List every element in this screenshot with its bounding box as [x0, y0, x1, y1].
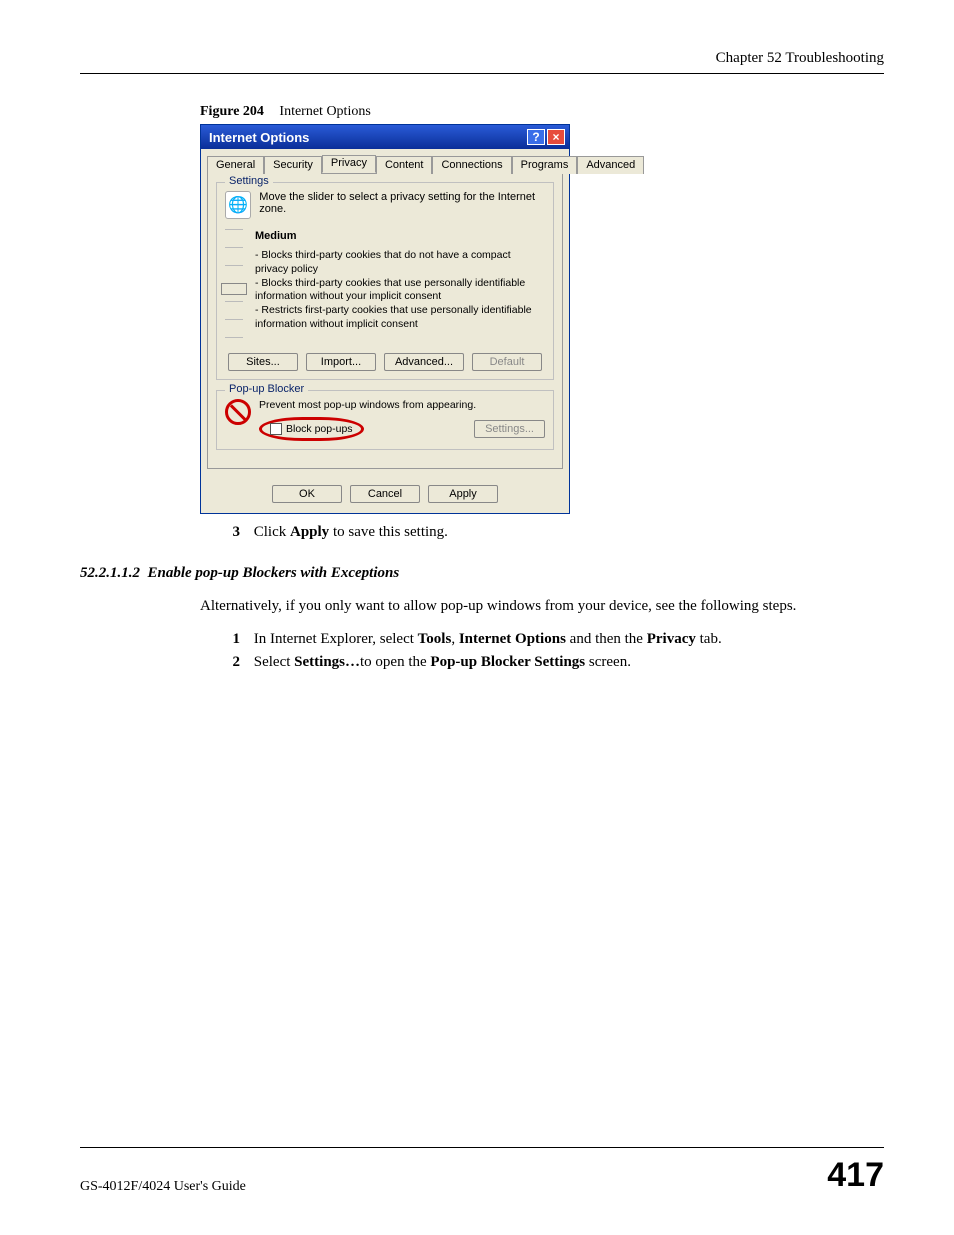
step-3-row: 3 Click Apply to save this setting. — [220, 524, 884, 541]
tab-strip: General Security Privacy Content Connect… — [201, 149, 569, 173]
step-1-pre: In Internet Explorer, select — [254, 631, 418, 647]
tab-advanced[interactable]: Advanced — [577, 156, 644, 174]
figure-caption: Figure 204 Internet Options — [200, 104, 884, 120]
popup-description: Prevent most pop-up windows from appeari… — [259, 399, 545, 411]
privacy-description: Medium - Blocks third-party cookies that… — [255, 229, 545, 339]
tab-programs[interactable]: Programs — [512, 156, 578, 174]
block-popups-label: Block pop-ups — [286, 423, 353, 435]
tab-content[interactable]: Content — [376, 156, 433, 174]
step-1-sep1: , — [451, 631, 459, 647]
alt-paragraph: Alternatively, if you only want to allow… — [200, 596, 884, 617]
advanced-button[interactable]: Advanced... — [384, 353, 464, 371]
dialog-title: Internet Options — [209, 130, 309, 145]
sites-button[interactable]: Sites... — [228, 353, 298, 371]
page-footer: GS-4012F/4024 User's Guide 417 — [80, 1147, 884, 1195]
step-2-post: screen. — [585, 654, 631, 670]
footer-page-number: 417 — [827, 1156, 884, 1195]
privacy-desc-line1: - Blocks third-party cookies that do not… — [255, 249, 545, 276]
privacy-panel: Settings 🌐 Move the slider to select a p… — [207, 173, 563, 469]
block-popups-checkbox[interactable]: Block pop-ups — [270, 423, 353, 435]
step-1-b3: Privacy — [647, 631, 696, 647]
figure-title: Internet Options — [279, 104, 370, 119]
privacy-desc-line3: - Restricts first-party cookies that use… — [255, 304, 545, 331]
step-3-number: 3 — [220, 524, 240, 541]
popup-settings-button[interactable]: Settings... — [474, 420, 545, 438]
step-1-b1: Tools — [418, 631, 452, 647]
settings-fieldset: Settings 🌐 Move the slider to select a p… — [216, 182, 554, 380]
step-2-b2: Pop-up Blocker Settings — [430, 654, 585, 670]
step-3-text-pre: Click — [254, 524, 290, 540]
globe-icon: 🌐 — [225, 191, 251, 219]
privacy-level: Medium — [255, 229, 545, 243]
highlight-circle: Block pop-ups — [259, 417, 364, 441]
step-1-post: tab. — [696, 631, 722, 647]
settings-instruction: Move the slider to select a privacy sett… — [259, 191, 545, 219]
step-1-b2: Internet Options — [459, 631, 566, 647]
apply-button[interactable]: Apply — [428, 485, 498, 503]
import-button[interactable]: Import... — [306, 353, 376, 371]
step-2-row: 2 Select Settings…to open the Pop-up Blo… — [220, 654, 884, 671]
section-number: 52.2.1.1.2 — [80, 565, 140, 581]
step-1-sep2: and then the — [566, 631, 647, 647]
popup-legend: Pop-up Blocker — [225, 383, 308, 395]
figure-number: Figure 204 — [200, 104, 264, 119]
dialog-titlebar[interactable]: Internet Options ? × — [201, 125, 569, 149]
step-2-mid: to open the — [360, 654, 430, 670]
step-1-row: 1 In Internet Explorer, select Tools, In… — [220, 631, 884, 648]
step-1-number: 1 — [220, 631, 240, 648]
settings-legend: Settings — [225, 175, 273, 187]
popup-blocker-fieldset: Pop-up Blocker Prevent most pop-up windo… — [216, 390, 554, 450]
footer-guide: GS-4012F/4024 User's Guide — [80, 1179, 246, 1195]
section-title: Enable pop-up Blockers with Exceptions — [148, 565, 400, 581]
step-2-number: 2 — [220, 654, 240, 671]
step-3-text-post: to save this setting. — [329, 524, 448, 540]
step-2-b1: Settings… — [294, 654, 360, 670]
help-icon[interactable]: ? — [527, 129, 545, 145]
tab-privacy[interactable]: Privacy — [322, 155, 376, 173]
tab-connections[interactable]: Connections — [432, 156, 511, 174]
slider-thumb[interactable] — [221, 283, 247, 295]
tab-general[interactable]: General — [207, 156, 264, 174]
privacy-slider[interactable] — [225, 229, 243, 339]
step-3-bold: Apply — [290, 524, 329, 540]
internet-options-dialog: Internet Options ? × General Security Pr… — [200, 124, 570, 514]
close-icon[interactable]: × — [547, 129, 565, 145]
step-2-pre: Select — [254, 654, 294, 670]
section-heading: 52.2.1.1.2 Enable pop-up Blockers with E… — [80, 565, 884, 582]
privacy-desc-line2: - Blocks third-party cookies that use pe… — [255, 277, 545, 304]
tab-security[interactable]: Security — [264, 156, 322, 174]
chapter-header: Chapter 52 Troubleshooting — [80, 50, 884, 74]
checkbox-icon[interactable] — [270, 423, 282, 435]
cancel-button[interactable]: Cancel — [350, 485, 420, 503]
block-icon — [225, 399, 251, 425]
default-button[interactable]: Default — [472, 353, 542, 371]
ok-button[interactable]: OK — [272, 485, 342, 503]
